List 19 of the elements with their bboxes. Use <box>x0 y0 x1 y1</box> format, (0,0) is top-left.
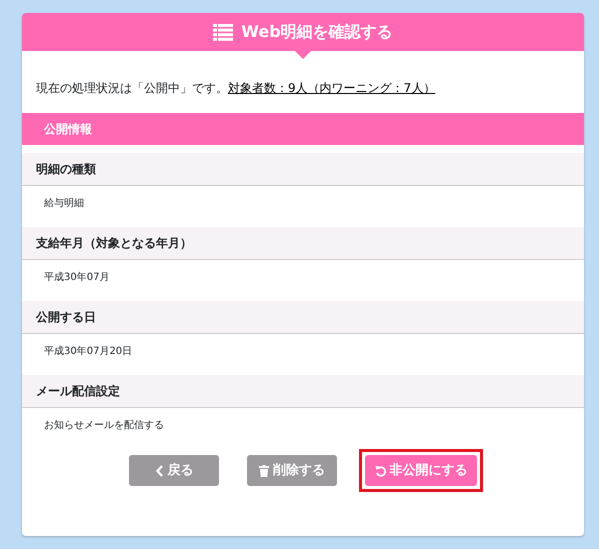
field-value: 給与明細 <box>43 196 85 211</box>
delete-button[interactable]: 削除する <box>247 455 337 486</box>
field-value: 平成30年07月 <box>43 270 110 285</box>
undo-icon <box>374 464 386 476</box>
section-header: 公開情報 <box>22 113 584 145</box>
list-icon <box>213 24 234 40</box>
field-label: 公開する日 <box>22 301 584 334</box>
field-value: 平成30年07月20日 <box>43 344 134 359</box>
back-chevron-icon <box>154 464 164 476</box>
status-text: 現在の処理状況は「公開中」です。 <box>36 81 228 95</box>
field-value: お知らせメールを配信する <box>43 419 165 433</box>
trash-icon <box>259 464 269 476</box>
target-count-link[interactable]: 対象者数：9人（内ワーニング：7人） <box>228 81 436 95</box>
back-button[interactable]: 戻る <box>129 455 219 486</box>
field-label: メール配信設定 <box>22 375 584 408</box>
field-label: 明細の種類 <box>22 153 584 186</box>
field-label: 支給年月（対象となる年月） <box>22 227 584 260</box>
unpublish-button[interactable]: 非公開にする <box>365 455 477 486</box>
page-title: Web明細を確認する <box>241 21 393 43</box>
